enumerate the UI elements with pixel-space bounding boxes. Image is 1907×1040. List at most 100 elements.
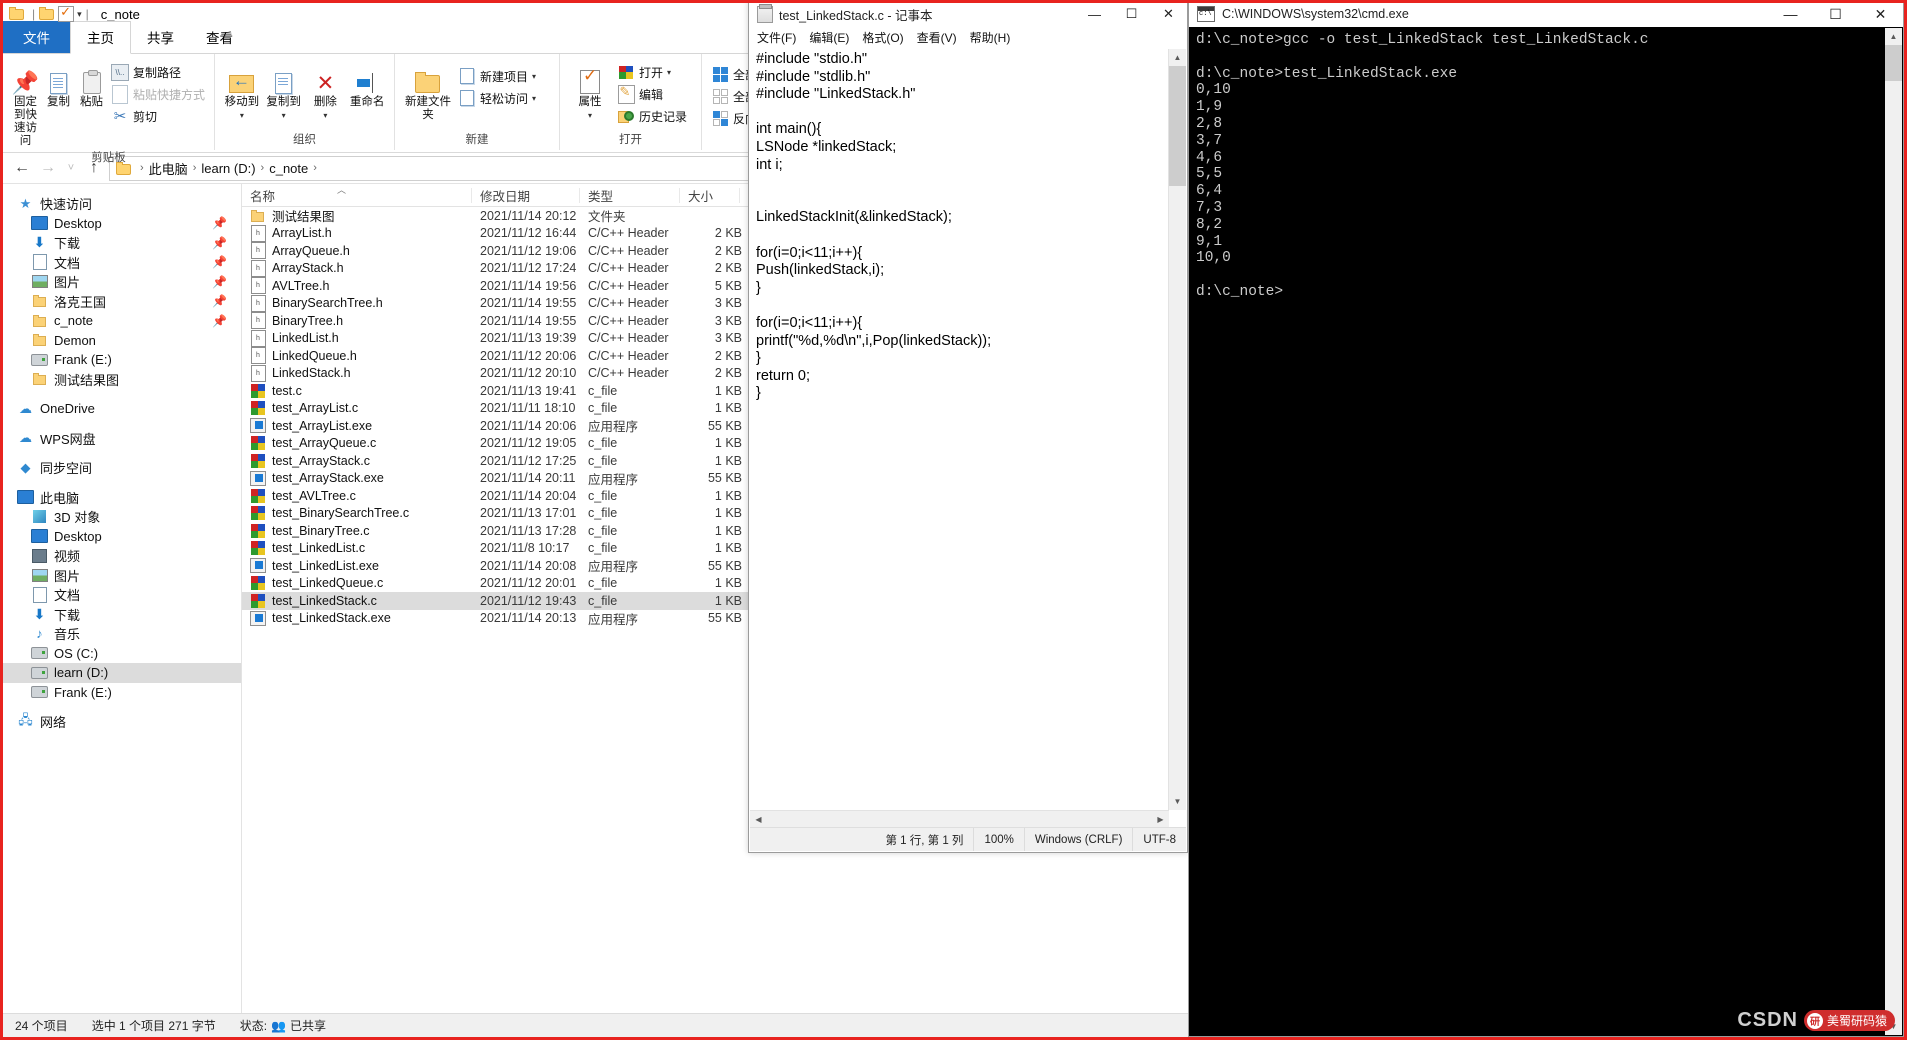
scroll-left-icon[interactable]: ◀ — [750, 811, 767, 828]
minimize-button[interactable]: — — [1768, 1, 1813, 27]
delete-button[interactable]: ✕ 删除 ▾ — [305, 59, 347, 123]
close-button[interactable]: ✕ — [1858, 1, 1903, 27]
chevron-down-icon[interactable]: ▾ — [532, 72, 536, 81]
nav-item-3d-[interactable]: 3D 对象 — [3, 507, 241, 527]
cut-button[interactable]: ✂ 剪切 — [108, 105, 208, 127]
scrollbar-thumb[interactable] — [1169, 66, 1186, 186]
file-date-cell: 2021/11/12 17:25 — [480, 453, 577, 468]
nav-item--[interactable]: 图片 📌 — [3, 272, 241, 292]
menu-edit[interactable]: 编辑(E) — [809, 29, 849, 46]
tab-file[interactable]: 文件 — [3, 21, 70, 53]
file-name-label: test_LinkedStack.exe — [272, 611, 391, 626]
nav-item-desktop[interactable]: Desktop — [3, 527, 241, 547]
history-button[interactable]: 历史记录 — [614, 105, 690, 127]
watermark-logo-icon: 研 — [1806, 1012, 1823, 1029]
chevron-down-icon[interactable]: ▾ — [282, 109, 286, 122]
pin-icon[interactable]: 📌 — [212, 294, 227, 308]
nav-item--[interactable]: ♪ 音乐 — [3, 624, 241, 644]
column-header-name[interactable]: 名称 ︿ — [242, 185, 472, 204]
pin-icon[interactable]: 📌 — [212, 275, 227, 289]
c-file-icon — [250, 506, 266, 521]
tab-view[interactable]: 查看 — [190, 22, 249, 53]
maximize-button[interactable]: ☐ — [1813, 1, 1858, 27]
scroll-right-icon[interactable]: ▶ — [1152, 811, 1169, 828]
tab-home[interactable]: 主页 — [70, 21, 131, 54]
nav-item-frank-e-[interactable]: Frank (E:) — [3, 683, 241, 703]
nav-item--[interactable]: 文档 📌 — [3, 253, 241, 273]
nav-item--[interactable]: 此电脑 — [3, 488, 241, 508]
pin-icon[interactable]: 📌 — [212, 314, 227, 328]
nav-item-demon[interactable]: Demon — [3, 331, 241, 351]
menu-file[interactable]: 文件(F) — [757, 29, 796, 46]
nav-item--[interactable]: 文档 — [3, 585, 241, 605]
notepad-title-bar[interactable]: test_LinkedStack.c - 记事本 — ☐ ✕ — [749, 1, 1187, 27]
pin-icon[interactable]: 📌 — [212, 255, 227, 269]
nav-item-wps-[interactable]: ☁ WPS网盘 — [3, 429, 241, 449]
scrollbar-thumb[interactable] — [1885, 45, 1902, 81]
new-folder-icon[interactable] — [39, 7, 55, 21]
nav-item-frank-e-[interactable]: Frank (E:) — [3, 350, 241, 370]
properties-button[interactable]: 属性 ▾ — [566, 59, 614, 123]
copy-to-button[interactable]: 复制到 ▾ — [263, 59, 305, 123]
minimize-button[interactable]: — — [1076, 1, 1113, 27]
nav-item--[interactable]: ★ 快速访问 — [3, 194, 241, 214]
open-button[interactable]: 打开 ▾ — [614, 61, 690, 83]
cmd-title-bar[interactable]: C:\WINDOWS\system32\cmd.exe — ☐ ✕ — [1189, 1, 1903, 27]
cmd-icon — [1197, 6, 1215, 22]
notepad-vertical-scrollbar[interactable]: ▲ ▼ — [1168, 49, 1186, 810]
nav-item-onedrive[interactable]: ☁ OneDrive — [3, 399, 241, 419]
menu-format[interactable]: 格式(O) — [862, 29, 903, 46]
nav-item--[interactable]: ⬇ 下载 📌 — [3, 233, 241, 253]
pin-to-quick-access-button[interactable]: 📌 固定到快速访问 — [9, 59, 42, 149]
easy-access-button[interactable]: 轻松访问 ▾ — [455, 87, 539, 109]
chevron-down-icon[interactable]: ▾ — [532, 94, 536, 103]
scroll-down-icon[interactable]: ▼ — [1169, 793, 1186, 810]
maximize-button[interactable]: ☐ — [1113, 1, 1150, 27]
nav-item-c_note[interactable]: c_note 📌 — [3, 311, 241, 331]
nav-item-learn-d-[interactable]: learn (D:) — [3, 663, 241, 683]
file-name-cell: h LinkedStack.h — [242, 364, 472, 382]
chevron-down-icon[interactable]: ▾ — [588, 109, 592, 122]
edit-button[interactable]: 编辑 — [614, 83, 690, 105]
scroll-up-icon[interactable]: ▲ — [1885, 28, 1902, 45]
nav-item-os-c-[interactable]: OS (C:) — [3, 644, 241, 664]
column-header-size[interactable]: 大小 — [680, 187, 740, 204]
chevron-down-icon[interactable]: ▾ — [77, 9, 82, 20]
pin-icon[interactable]: 📌 — [212, 216, 227, 230]
copy-icon — [50, 60, 67, 94]
paste-button[interactable]: 粘贴 — [75, 59, 108, 110]
chevron-down-icon[interactable]: ▾ — [240, 109, 244, 122]
nav-item--[interactable]: ⬇ 下载 — [3, 605, 241, 625]
copy-button[interactable]: 复制 — [42, 59, 75, 110]
rename-button[interactable]: 重命名 — [346, 59, 388, 110]
close-button[interactable]: ✕ — [1150, 1, 1187, 27]
new-item-button[interactable]: 新建项目 ▾ — [455, 65, 539, 87]
copy-path-button[interactable]: \\.. 复制路径 — [108, 61, 208, 83]
move-to-button[interactable]: 移动到 ▾ — [221, 59, 263, 123]
nav-item--[interactable]: 测试结果图 — [3, 370, 241, 390]
menu-help[interactable]: 帮助(H) — [970, 29, 1011, 46]
breadcrumb-c-note[interactable]: c_note — [266, 161, 311, 176]
file-name-label: AVLTree.h — [272, 278, 330, 293]
new-folder-button[interactable]: 新建文件夹 — [401, 59, 455, 123]
notepad-horizontal-scrollbar[interactable]: ◀ ▶ — [750, 810, 1169, 828]
notepad-text-area[interactable]: #include "stdio.h" #include "stdlib.h" #… — [750, 49, 1169, 810]
nav-item--[interactable]: 洛克王国 📌 — [3, 292, 241, 312]
nav-item--[interactable]: 🖧 网络 — [3, 712, 241, 732]
nav-item--[interactable]: 视频 — [3, 546, 241, 566]
chevron-down-icon[interactable]: ▾ — [667, 68, 671, 77]
file-name-label: test_ArrayList.exe — [272, 418, 373, 433]
nav-item--[interactable]: 图片 — [3, 566, 241, 586]
nav-item--[interactable]: ◆ 同步空间 — [3, 458, 241, 478]
pin-icon[interactable]: 📌 — [212, 236, 227, 250]
properties-check-icon[interactable] — [58, 4, 75, 22]
column-header-date[interactable]: 修改日期 — [472, 187, 580, 204]
scroll-up-icon[interactable]: ▲ — [1169, 49, 1186, 66]
column-header-type[interactable]: 类型 — [580, 187, 680, 204]
nav-item-desktop[interactable]: Desktop 📌 — [3, 214, 241, 234]
tab-share[interactable]: 共享 — [131, 22, 190, 53]
chevron-down-icon[interactable]: ▾ — [323, 109, 327, 122]
cmd-vertical-scrollbar[interactable]: ▲ ▼ — [1885, 28, 1902, 1035]
cmd-console-output[interactable]: d:\c_note>gcc -o test_LinkedStack test_L… — [1190, 28, 1885, 1035]
menu-view[interactable]: 查看(V) — [917, 29, 957, 46]
